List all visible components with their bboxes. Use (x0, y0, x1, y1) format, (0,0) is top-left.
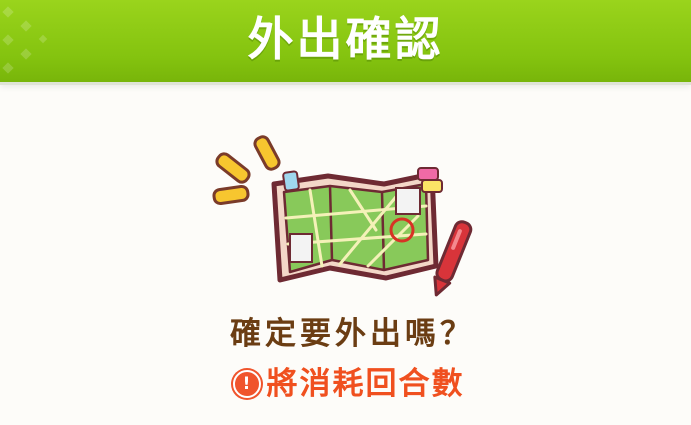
dialog-title: 外出確認 (247, 12, 444, 66)
turn-cost-warning: ! 將消耗回合數 (0, 362, 691, 406)
dialog-header: 外出確認 (0, 0, 691, 82)
confirm-question: 確定要外出嗎？ (230, 316, 475, 352)
outing-confirm-dialog: 外出確認 確定要外出嗎？ ! 將消耗回合數 (0, 0, 691, 425)
warning-text: 將消耗回合數 (266, 366, 465, 402)
sparkle-lines (212, 135, 281, 206)
folded-map-with-pen-icon (212, 135, 473, 297)
exclamation-icon: ! (232, 370, 261, 398)
